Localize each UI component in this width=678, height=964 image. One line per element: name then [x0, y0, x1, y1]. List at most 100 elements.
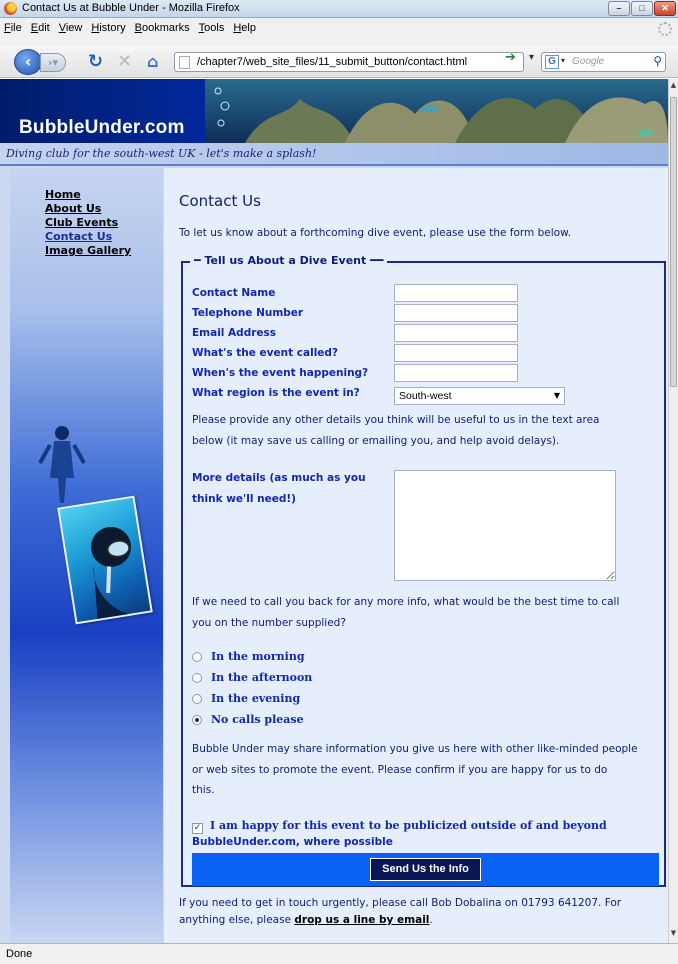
publicize-label-line-1: I am happy for this event to be publiciz… — [210, 819, 607, 832]
region-label: What region is the event in? — [192, 387, 360, 399]
email-input[interactable] — [394, 324, 518, 342]
nav-link-contact-us[interactable]: Contact Us — [45, 230, 112, 243]
nav-item-home[interactable]: Home — [45, 188, 131, 202]
minimize-button[interactable]: – — [608, 1, 630, 16]
footer-line-2-suffix: . — [429, 914, 433, 926]
search-icon[interactable]: ⚲ — [653, 54, 662, 68]
call-option-no-calls[interactable]: No calls please — [192, 713, 304, 726]
email-link[interactable]: drop us a line by email — [294, 914, 429, 926]
fieldset-legend: ━ Tell us About a Dive Event ━━ — [190, 254, 388, 267]
search-bar[interactable]: G ▾ Google ⚲ — [541, 52, 666, 72]
close-button[interactable]: ✕ — [654, 1, 676, 16]
menu-history[interactable]: History — [91, 22, 125, 34]
nav-link-image-gallery[interactable]: Image Gallery — [45, 244, 131, 257]
footer-line-1: If you need to get in touch urgently, pl… — [179, 897, 622, 909]
publicize-option[interactable]: ✓ I am happy for this event to be publici… — [192, 815, 622, 848]
maximize-button[interactable]: □ — [631, 1, 653, 16]
event-name-input[interactable] — [394, 344, 518, 362]
window-title: Contact Us at Bubble Under - Mozilla Fir… — [22, 2, 240, 14]
submit-bar: Send Us the Info — [192, 853, 659, 886]
share-info-line-1: Bubble Under may share information you g… — [192, 743, 638, 755]
status-bar: Done — [0, 943, 678, 964]
publicize-checkbox[interactable]: ✓ — [192, 823, 203, 834]
footer-line-2-prefix: anything else, please — [179, 914, 295, 926]
url-history-dropdown-icon[interactable]: ▾ — [529, 52, 534, 63]
stop-icon[interactable]: ✕ — [117, 52, 132, 72]
details-label-line-1: More details (as much as you — [192, 472, 366, 484]
event-name-label: What's the event called? — [192, 347, 339, 359]
menu-view[interactable]: View — [59, 22, 83, 34]
nav-link-about-us[interactable]: About Us — [45, 202, 101, 215]
radio-afternoon[interactable] — [192, 672, 202, 683]
reload-icon[interactable]: ↻ — [88, 52, 103, 72]
scroll-down-arrow-icon[interactable]: ▼ — [670, 929, 677, 941]
site-header: BubbleUnder.com — [0, 79, 668, 143]
details-intro-line-1: Please provide any other details you thi… — [192, 414, 600, 426]
contact-name-input[interactable] — [394, 284, 518, 302]
radio-no-calls-label: No calls please — [211, 713, 304, 726]
share-info-line-2: or web sites to promote the event. Pleas… — [192, 763, 608, 776]
google-engine-icon[interactable]: G — [545, 55, 559, 69]
send-info-button[interactable]: Send Us the Info — [370, 858, 481, 881]
site-tagline: Diving club for the south-west UK - let'… — [6, 147, 317, 160]
nav-item-about-us[interactable]: About Us — [45, 202, 131, 216]
callback-question-line-1: If we need to call you back for any more… — [192, 596, 620, 608]
menu-tools[interactable]: Tools — [199, 22, 225, 34]
menu-bookmarks[interactable]: Bookmarks — [135, 22, 190, 34]
scroll-up-arrow-icon[interactable]: ▲ — [670, 81, 677, 93]
go-arrow-icon[interactable]: ➔ — [505, 50, 516, 65]
region-selected-value: South-west — [399, 390, 452, 402]
contact-name-label: Contact Name — [192, 287, 276, 299]
site-navigation: Home About Us Club Events Contact Us Ima… — [45, 188, 131, 258]
main-content: Contact Us To let us know about a forthc… — [164, 168, 668, 943]
throbber-icon — [658, 22, 672, 36]
call-option-morning[interactable]: In the morning — [192, 650, 305, 663]
nav-link-home[interactable]: Home — [45, 188, 81, 201]
email-label: Email Address — [192, 327, 277, 339]
window-controls: – □ ✕ — [608, 1, 676, 16]
radio-no-calls[interactable] — [192, 714, 202, 725]
footer-contact-text: If you need to get in touch urgently, pl… — [179, 895, 659, 929]
nav-item-contact-us[interactable]: Contact Us — [45, 230, 131, 244]
event-date-label: When's the event happening? — [192, 367, 369, 379]
forward-button[interactable]: ›▾ — [40, 53, 66, 72]
radio-evening[interactable] — [192, 693, 202, 704]
diver-photo — [57, 495, 153, 625]
dropdown-arrow-icon[interactable]: ▼ — [554, 391, 560, 400]
site-name: BubbleUnder.com — [19, 117, 185, 138]
publicize-label-line-2: BubbleUnder.com, where possible — [192, 836, 393, 848]
intro-text: To let us know about a forthcoming dive … — [179, 227, 572, 239]
details-intro-text: Please provide any other details you thi… — [192, 410, 599, 451]
nav-link-club-events[interactable]: Club Events — [45, 216, 118, 229]
scrollbar-thumb[interactable] — [670, 97, 677, 387]
sidebar: Home About Us Club Events Contact Us Ima… — [10, 168, 163, 943]
nav-item-image-gallery[interactable]: Image Gallery — [45, 244, 131, 258]
call-option-afternoon[interactable]: In the afternoon — [192, 671, 312, 684]
page-title: Contact Us — [179, 192, 261, 210]
home-icon[interactable]: ⌂ — [147, 52, 158, 72]
back-button[interactable]: ‹ — [14, 49, 42, 75]
region-select[interactable]: South-west ▼ — [394, 387, 565, 405]
callback-question: If we need to call you back for any more… — [192, 592, 619, 633]
vertical-scrollbar[interactable]: ▲ ▼ — [668, 79, 678, 943]
dive-event-fieldset: ━ Tell us About a Dive Event ━━ Contact … — [181, 254, 666, 887]
menu-help[interactable]: Help — [233, 22, 256, 34]
radio-afternoon-label: In the afternoon — [211, 671, 313, 684]
menu-edit[interactable]: Edit — [31, 22, 50, 34]
event-date-input[interactable] — [394, 364, 518, 382]
menu-file[interactable]: File — [4, 22, 22, 34]
call-option-evening[interactable]: In the evening — [192, 692, 300, 705]
page-viewport: BubbleUnder.com Diving club for the sout… — [0, 79, 668, 943]
tagline-bar: Diving club for the south-west UK - let'… — [0, 143, 668, 166]
menu-bar: File Edit View History Bookmarks Tools H… — [0, 18, 678, 46]
radio-morning[interactable] — [192, 651, 202, 662]
radio-evening-label: In the evening — [211, 692, 301, 705]
engine-dropdown-icon[interactable]: ▾ — [561, 56, 565, 65]
details-textarea[interactable] — [394, 470, 616, 581]
telephone-input[interactable] — [394, 304, 518, 322]
nav-item-club-events[interactable]: Club Events — [45, 216, 131, 230]
legend-text: Tell us About a Dive Event — [204, 254, 367, 267]
url-bar[interactable]: /chapter7/web_site_files/11_submit_butto… — [174, 52, 524, 72]
reef-banner-image — [205, 79, 668, 143]
telephone-label: Telephone Number — [192, 307, 304, 319]
